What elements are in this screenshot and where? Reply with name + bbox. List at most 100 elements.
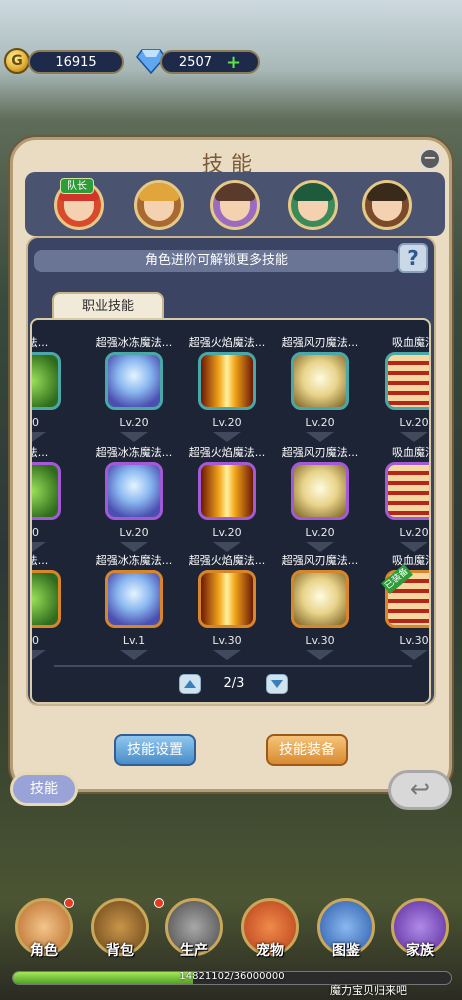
help-button[interactable]: ? [398,243,428,273]
skill-icon[interactable] [291,462,349,520]
skill-icon[interactable] [198,570,256,628]
nav-label: 背包 [106,943,134,959]
skill-name: 魔法... [32,336,49,349]
character-portrait-4[interactable] [288,180,338,230]
arrow-down-icon [32,650,46,660]
skill-equip-button[interactable]: 技能装备 [266,734,348,766]
character-portrait-5[interactable] [362,180,412,230]
unlock-hint: 角色进阶可解锁更多技能 [34,250,399,272]
page-indicator: 2/3 [223,676,245,691]
skill-level: Lv.30 [212,634,242,647]
arrow-down-icon [213,432,241,442]
notification-dot [154,898,164,908]
skill-name: 吸血魔法 [392,336,429,349]
skill-level: 20 [31,526,39,539]
watermark-text: 魔力宝贝归来吧 [330,984,407,997]
skill-name: 吸血魔法 [392,554,429,567]
arrow-down-icon [306,650,334,660]
arrow-down-icon [306,542,334,552]
nav-label: 生产 [180,943,208,959]
skill-name: 超强火焰魔法... [188,336,266,349]
skill-icon[interactable] [32,462,61,520]
arrow-down-icon [213,542,241,552]
skill-level: 20 [31,416,39,429]
skill-name: 超强风刃魔法... [281,554,359,567]
skill-name: 魔法... [32,554,49,567]
tab-job-skills[interactable]: 职业技能 [52,292,164,320]
page-down-button[interactable] [266,674,288,694]
nav-item-5[interactable]: 家族 [388,898,452,970]
arrow-down-icon [400,432,428,442]
skill-name: 魔法... [32,446,49,459]
arrow-down-icon [120,650,148,660]
skill-icon[interactable] [105,352,163,410]
nav-item-0[interactable]: 角色 [12,898,76,970]
character-portrait-2[interactable] [134,180,184,230]
nav-item-4[interactable]: 图鉴 [314,898,378,970]
skill-name: 超强风刃魔法... [281,336,359,349]
skill-level: Lv.20 [119,526,149,539]
nav-item-1[interactable]: 背包 [88,898,152,970]
skill-level: Lv.30 [305,634,335,647]
skill-level: Lv.20 [399,526,429,539]
character-portrait-3[interactable] [210,180,260,230]
gold-counter: 16915 [28,50,124,74]
gold-coin-icon: G [4,48,30,74]
skill-icon[interactable] [32,352,61,410]
skill-icon[interactable] [385,352,429,410]
add-gems-icon[interactable]: + [226,52,241,73]
pager-divider [54,665,412,667]
gold-amount: 16915 [55,54,97,70]
chevron-up-icon [184,680,196,688]
skill-level: Lv.20 [119,416,149,429]
minimize-button[interactable]: − [419,148,441,170]
skill-icon[interactable] [105,570,163,628]
arrow-down-icon [306,432,334,442]
skill-mode-button[interactable]: 技能 [10,772,78,806]
chevron-down-icon [271,680,283,688]
arrow-down-icon [32,542,46,552]
skill-level: Lv.20 [212,526,242,539]
skill-icon[interactable] [291,570,349,628]
skill-level: Lv.20 [305,526,335,539]
skill-level: Lv.20 [305,416,335,429]
nav-item-2[interactable]: 生产 [162,898,226,970]
nav-item-3[interactable]: 宠物 [238,898,302,970]
skill-grid: 魔法... 20 超强冰冻魔法... Lv.20 超强火焰魔法... Lv.20 超强风刃魔… [30,318,431,704]
skill-icon[interactable] [385,462,429,520]
arrow-down-icon [32,432,46,442]
page-up-button[interactable] [179,674,201,694]
notification-dot [64,898,74,908]
arrow-down-icon [120,432,148,442]
arrow-down-icon [400,650,428,660]
nav-label: 图鉴 [332,943,360,959]
skill-name: 吸血魔法 [392,446,429,459]
arrow-down-icon [213,650,241,660]
skill-name: 超强风刃魔法... [281,446,359,459]
skill-icon[interactable] [291,352,349,410]
skill-icon[interactable] [105,462,163,520]
skill-name: 超强冰冻魔法... [95,554,173,567]
skill-level: Lv.1 [122,634,146,647]
skill-name: 超强冰冻魔法... [95,446,173,459]
gem-counter: 2507 + [160,50,260,74]
back-button[interactable]: ↩ [388,770,452,810]
leader-badge: 队长 [60,178,94,194]
skill-level: Lv.20 [399,416,429,429]
skill-level: Lv.30 [399,634,429,647]
skill-icon[interactable] [198,462,256,520]
nav-label: 宠物 [256,943,284,959]
skill-level: Lv.20 [212,416,242,429]
arrow-down-icon [400,542,428,552]
arrow-down-icon [120,542,148,552]
gem-amount: 2507 [178,54,212,70]
skill-icon[interactable] [198,352,256,410]
skill-settings-button[interactable]: 技能设置 [114,734,196,766]
skill-icon[interactable] [32,570,61,628]
skill-level: 30 [31,634,39,647]
skill-name: 超强冰冻魔法... [95,336,173,349]
skill-name: 超强火焰魔法... [188,446,266,459]
nav-label: 家族 [406,943,434,959]
skill-name: 超强火焰魔法... [188,554,266,567]
nav-label: 角色 [30,943,58,959]
